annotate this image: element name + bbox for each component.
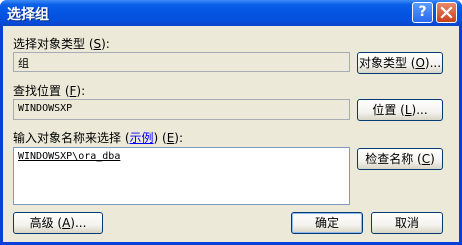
title-bar[interactable]: 选择组 ? (0, 0, 462, 26)
object-type-label: 选择对象类型 (S): (13, 37, 110, 51)
object-name-entry[interactable]: WINDOWSXP\ora_dba (18, 151, 120, 162)
dialog-body: 选择对象类型 (S): 组 对象类型 (O)... 查找位置 (F): WIND… (3, 26, 459, 242)
select-group-dialog: 选择组 ? 选择对象类型 (S): 组 对象类型 (O)... 查找位置 (F)… (0, 0, 462, 245)
object-type-field: 组 (13, 52, 350, 72)
location-field: WINDOWSXP (13, 99, 350, 120)
advanced-button[interactable]: 高级 (A)... (13, 212, 103, 234)
location-label: 查找位置 (F): (13, 84, 86, 98)
cancel-button[interactable]: 取消 (371, 212, 443, 234)
help-icon[interactable]: ? (412, 2, 433, 23)
examples-link[interactable]: 示例 (130, 131, 154, 145)
object-names-label: 输入对象名称来选择 (示例) (E): (13, 131, 184, 145)
locations-button[interactable]: 位置 (L)... (357, 99, 443, 121)
check-names-button[interactable]: 检查名称 (C) (357, 148, 443, 170)
object-names-input[interactable]: WINDOWSXP\ora_dba (13, 147, 350, 205)
dialog-title: 选择组 (7, 7, 49, 23)
ok-button[interactable]: 确定 (291, 212, 363, 234)
object-types-button[interactable]: 对象类型 (O)... (357, 52, 443, 74)
close-icon[interactable] (436, 2, 457, 23)
